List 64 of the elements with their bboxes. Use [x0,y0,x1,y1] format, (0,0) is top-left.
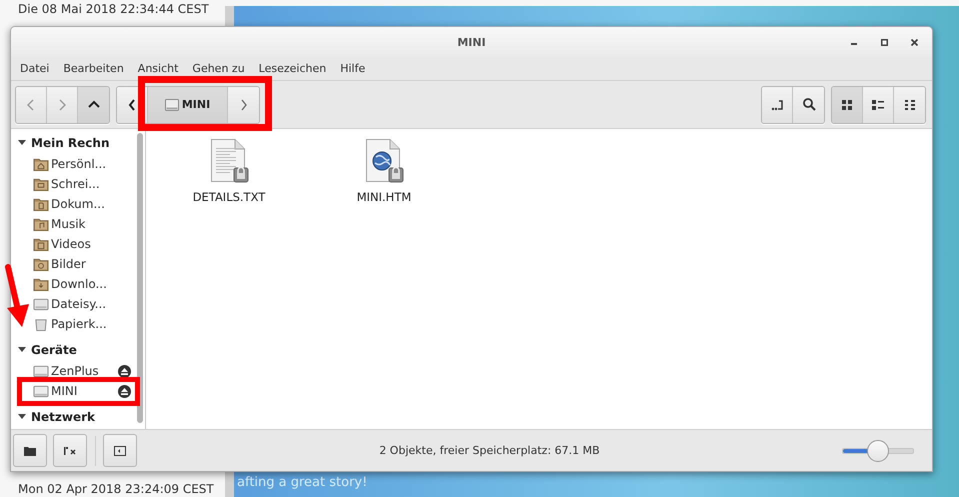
status-text: 2 Objekte, freier Speicherplatz: 67.1 MB [378,444,601,457]
view-mode-button[interactable] [863,86,894,122]
folder-icon [33,197,49,211]
file-item[interactable]: MINI.HTM [329,139,439,204]
file-item[interactable]: DETAILS.TXT [174,139,284,204]
menu-item[interactable]: Hilfe [333,62,372,75]
folder-icon [33,157,49,171]
collapse-triangle-icon [18,139,26,147]
section-header[interactable]: Geräte [11,339,135,361]
hide-sidebar-button[interactable] [103,434,137,467]
close-icon [910,38,918,46]
location-button[interactable] [762,86,793,122]
sidebar-item[interactable]: Downlo... [33,277,131,291]
collapse-triangle-icon [18,346,26,354]
eject-button[interactable] [118,364,131,378]
sidebar-item[interactable]: Musik [33,217,131,231]
trash-icon [33,317,49,331]
sidebar-item[interactable]: Dateisy... [33,297,131,311]
eject-icon [121,388,128,394]
view-mode-button[interactable] [894,86,925,122]
folder-icon [33,217,49,231]
tree-button[interactable] [53,434,87,467]
drive-icon [164,98,179,110]
menu-item[interactable]: Gehen zu [185,62,252,75]
drive-icon [33,364,49,378]
sidebar-item[interactable]: Bilder [33,257,131,271]
sidebar-item[interactable]: Schrei... [33,177,131,191]
eject-button[interactable] [118,384,131,398]
maximize-icon [880,38,888,46]
drive-icon [33,384,49,398]
search-button[interactable] [793,86,824,122]
scrollbar-thumb[interactable] [137,133,143,423]
eject-icon [121,368,128,374]
section-header[interactable]: Netzwerk [11,406,135,428]
menu-item[interactable]: Lesezeichen [252,62,334,75]
timestamp-text: Mon 02 Apr 2018 23:24:09 CEST [18,482,214,496]
section-header[interactable]: Mein Rechn [11,132,135,154]
sidebar-item[interactable]: ZenPlus [33,364,118,378]
menu-item[interactable]: Ansicht [130,62,186,75]
drive-icon [33,297,49,311]
chevron-left-icon [127,96,137,112]
view-mode-button[interactable] [832,86,863,122]
sidebar-item[interactable]: Persönl... [33,157,131,171]
folder-icon [33,277,49,291]
sidebar-toggle-icon [113,444,127,458]
sidebar-item[interactable]: Dokum... [33,197,131,211]
places-button[interactable] [13,434,47,467]
sidebar-item[interactable]: MINI [33,384,118,398]
sidebar-item[interactable]: Videos [33,237,131,251]
folder-icon [33,177,49,191]
folder-icon [33,257,49,271]
wallpaper-text: afting a great story! [237,475,368,490]
sidebar-item[interactable]: Papierk... [33,317,131,331]
folder-icon [33,237,49,251]
up-button[interactable] [78,86,109,122]
menu-item[interactable]: Datei [13,62,56,75]
timestamp-text: Die 08 Mai 2018 22:34:44 CEST [18,2,209,16]
path-button[interactable]: MINI [148,86,228,122]
annotation-arrow [4,264,30,328]
window-title: MINI [457,36,486,48]
search-icon [802,96,816,112]
slider-thumb[interactable] [867,440,889,462]
menu-item[interactable]: Bearbeiten [56,62,131,75]
collapse-triangle-icon [18,413,26,421]
